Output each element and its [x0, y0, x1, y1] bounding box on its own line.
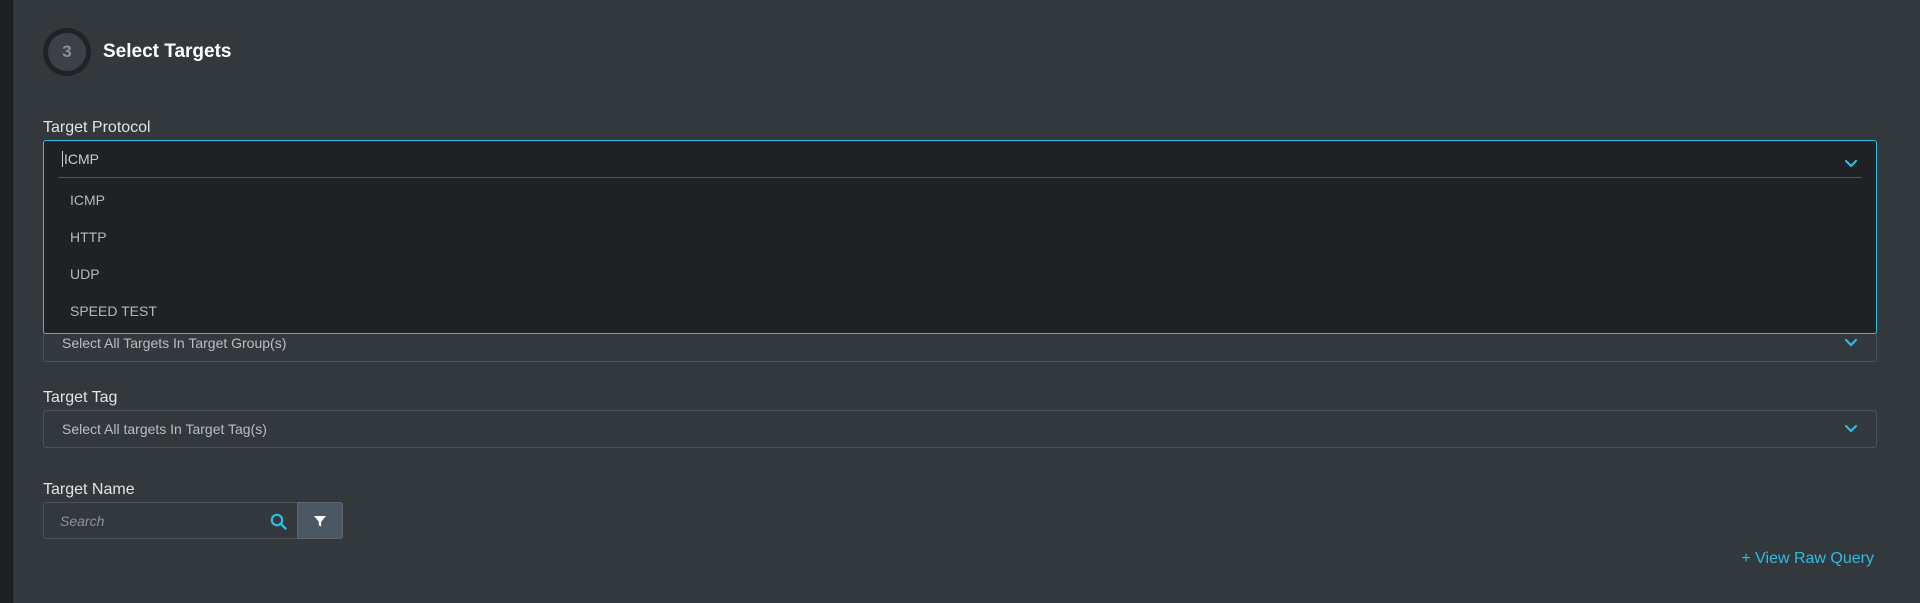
search-input[interactable]: [60, 512, 260, 529]
target-name-search: [43, 502, 297, 539]
target-tag-select[interactable]: Select All targets In Target Tag(s): [43, 410, 1877, 448]
chevron-down-icon: [1844, 424, 1858, 433]
filter-icon: [314, 515, 326, 526]
target-protocol-dropdown[interactable]: ICMP ICMP HTTP UDP SPEED TEST: [43, 140, 1877, 334]
target-tag-label: Target Tag: [43, 389, 118, 406]
target-name-label: Target Name: [43, 481, 135, 498]
select-targets-panel: 3 Select Targets Target Protocol Select …: [13, 0, 1920, 603]
option-speed-test[interactable]: SPEED TEST: [70, 303, 157, 319]
target-tag-placeholder: Select All targets In Target Tag(s): [62, 421, 267, 437]
text-caret: [62, 151, 63, 167]
target-protocol-value: ICMP: [64, 151, 99, 167]
option-http[interactable]: HTTP: [70, 229, 107, 245]
step-number-badge: 3: [43, 28, 91, 76]
chevron-down-icon[interactable]: [1844, 159, 1858, 169]
target-group-placeholder: Select All Targets In Target Group(s): [62, 335, 287, 351]
left-edge-strip: [0, 0, 13, 603]
view-raw-query-link[interactable]: + View Raw Query: [1741, 550, 1874, 568]
step-header: 3 Select Targets: [43, 28, 231, 76]
step-number: 3: [48, 33, 86, 71]
chevron-down-icon: [1844, 338, 1858, 347]
target-protocol-label: Target Protocol: [43, 119, 151, 136]
option-udp[interactable]: UDP: [70, 266, 100, 282]
filter-button[interactable]: [297, 502, 343, 539]
search-icon[interactable]: [270, 513, 287, 530]
step-title: Select Targets: [103, 41, 232, 62]
option-icmp[interactable]: ICMP: [70, 192, 105, 208]
target-protocol-input[interactable]: ICMP: [58, 141, 1862, 178]
